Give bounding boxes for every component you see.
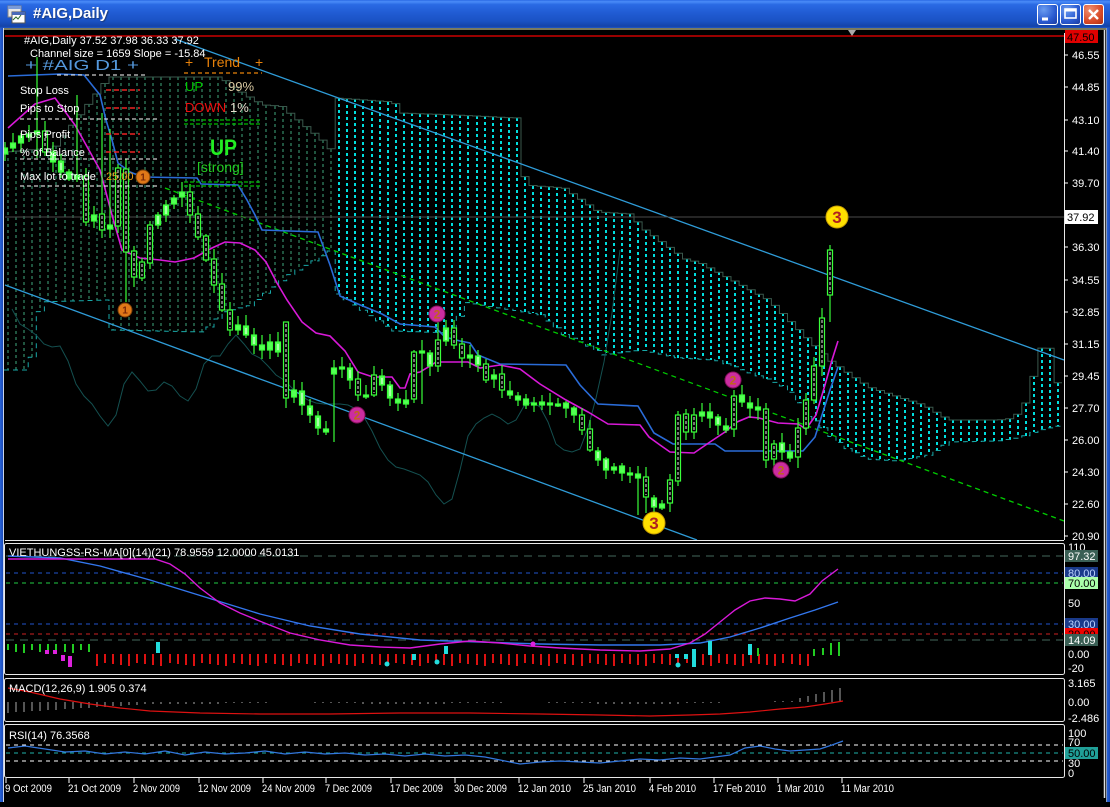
svg-text:43.10: 43.10 bbox=[1072, 115, 1100, 127]
svg-text:Pips Profit: Pips Profit bbox=[20, 129, 70, 141]
svg-text:22.60: 22.60 bbox=[1072, 499, 1100, 511]
svg-text:26.00: 26.00 bbox=[1072, 435, 1100, 447]
svg-text:11 Mar 2010: 11 Mar 2010 bbox=[841, 783, 894, 795]
svg-text:14.09: 14.09 bbox=[1068, 635, 1096, 647]
svg-text:Stop Loss: Stop Loss bbox=[20, 85, 69, 97]
svg-text:UP: UP bbox=[185, 79, 203, 94]
svg-text:3.165: 3.165 bbox=[1068, 678, 1096, 690]
svg-text:17 Dec 2009: 17 Dec 2009 bbox=[390, 783, 443, 795]
svg-text:Trend: Trend bbox=[204, 54, 240, 70]
svg-text:Max lot to trade: Max lot to trade bbox=[20, 171, 96, 183]
svg-text:29.45: 29.45 bbox=[1072, 371, 1100, 383]
svg-text:17 Feb 2010: 17 Feb 2010 bbox=[713, 783, 766, 795]
svg-text:41.40: 41.40 bbox=[1072, 146, 1100, 158]
svg-text:3: 3 bbox=[649, 514, 658, 533]
svg-text:24.30: 24.30 bbox=[1072, 467, 1100, 479]
svg-text:70.00: 70.00 bbox=[1068, 578, 1096, 590]
svg-text:12 Jan 2010: 12 Jan 2010 bbox=[518, 783, 571, 795]
svg-text:0: 0 bbox=[1068, 768, 1074, 780]
svg-text:2: 2 bbox=[730, 373, 737, 387]
svg-text:+ #AIG D1 +: + #AIG D1 + bbox=[25, 57, 139, 74]
svg-text:25 Jan 2010: 25 Jan 2010 bbox=[583, 783, 636, 795]
svg-text:25.00: 25.00 bbox=[106, 171, 134, 183]
svg-text:+: + bbox=[255, 54, 263, 70]
svg-text:RSI(14) 76.3568: RSI(14) 76.3568 bbox=[9, 730, 90, 742]
svg-text:#AIG,Daily 37.52 37.98 36.33: #AIG,Daily 37.52 37.98 36.33 37.92 bbox=[24, 35, 199, 47]
svg-text:VIETHUNGSS-RS-MA[0](14)(21) 78: VIETHUNGSS-RS-MA[0](14)(21) 78.9559 12.0… bbox=[9, 547, 299, 559]
svg-text:34.55: 34.55 bbox=[1072, 275, 1100, 287]
svg-text:3: 3 bbox=[832, 208, 841, 227]
svg-text:37.92: 37.92 bbox=[1067, 212, 1095, 224]
svg-text:46.55: 46.55 bbox=[1072, 50, 1100, 62]
svg-text:% of Balance: % of Balance bbox=[20, 147, 85, 159]
svg-text:0.00: 0.00 bbox=[1068, 697, 1089, 709]
svg-text:1: 1 bbox=[140, 173, 146, 184]
svg-text:50: 50 bbox=[1068, 598, 1080, 610]
svg-text:27.70: 27.70 bbox=[1072, 403, 1100, 415]
svg-text:DOWN: DOWN bbox=[185, 100, 226, 115]
svg-text:32.85: 32.85 bbox=[1072, 307, 1100, 319]
svg-text:44.85: 44.85 bbox=[1072, 82, 1100, 94]
svg-text:39.70: 39.70 bbox=[1072, 178, 1100, 190]
svg-text:24 Nov 2009: 24 Nov 2009 bbox=[262, 783, 315, 795]
svg-text:12 Nov 2009: 12 Nov 2009 bbox=[198, 783, 251, 795]
svg-text:2 Nov 2009: 2 Nov 2009 bbox=[133, 783, 180, 795]
svg-text:1 Mar 2010: 1 Mar 2010 bbox=[777, 783, 824, 795]
svg-text:UP: UP bbox=[210, 135, 237, 160]
svg-text:7 Dec 2009: 7 Dec 2009 bbox=[325, 783, 372, 795]
svg-text:Pips to Stop: Pips to Stop bbox=[20, 103, 79, 115]
svg-text:MACD(12,26,9) 1.905 0.374: MACD(12,26,9) 1.905 0.374 bbox=[9, 683, 147, 695]
svg-text:1: 1 bbox=[122, 306, 128, 317]
svg-text:-20: -20 bbox=[1068, 663, 1084, 675]
svg-text:2: 2 bbox=[354, 408, 361, 422]
svg-text:21 Oct 2009: 21 Oct 2009 bbox=[68, 783, 121, 795]
svg-text:97.32: 97.32 bbox=[1068, 551, 1096, 563]
svg-text:50.00: 50.00 bbox=[1068, 748, 1096, 760]
svg-text:-2.486: -2.486 bbox=[1068, 713, 1099, 725]
svg-text:4 Feb 2010: 4 Feb 2010 bbox=[649, 783, 696, 795]
svg-text:36.30: 36.30 bbox=[1072, 242, 1100, 254]
svg-text:1%: 1% bbox=[230, 100, 249, 115]
svg-text:9 Oct 2009: 9 Oct 2009 bbox=[5, 783, 52, 795]
svg-text:99%: 99% bbox=[228, 79, 254, 94]
svg-text:+: + bbox=[185, 54, 193, 70]
svg-text:2: 2 bbox=[434, 307, 441, 321]
svg-text:[strong]: [strong] bbox=[197, 159, 244, 175]
svg-text:47.50: 47.50 bbox=[1067, 32, 1095, 44]
svg-text:0.00: 0.00 bbox=[1068, 649, 1089, 661]
svg-text:31.15: 31.15 bbox=[1072, 339, 1100, 351]
svg-text:2: 2 bbox=[778, 463, 785, 477]
svg-text:30 Dec 2009: 30 Dec 2009 bbox=[454, 783, 507, 795]
